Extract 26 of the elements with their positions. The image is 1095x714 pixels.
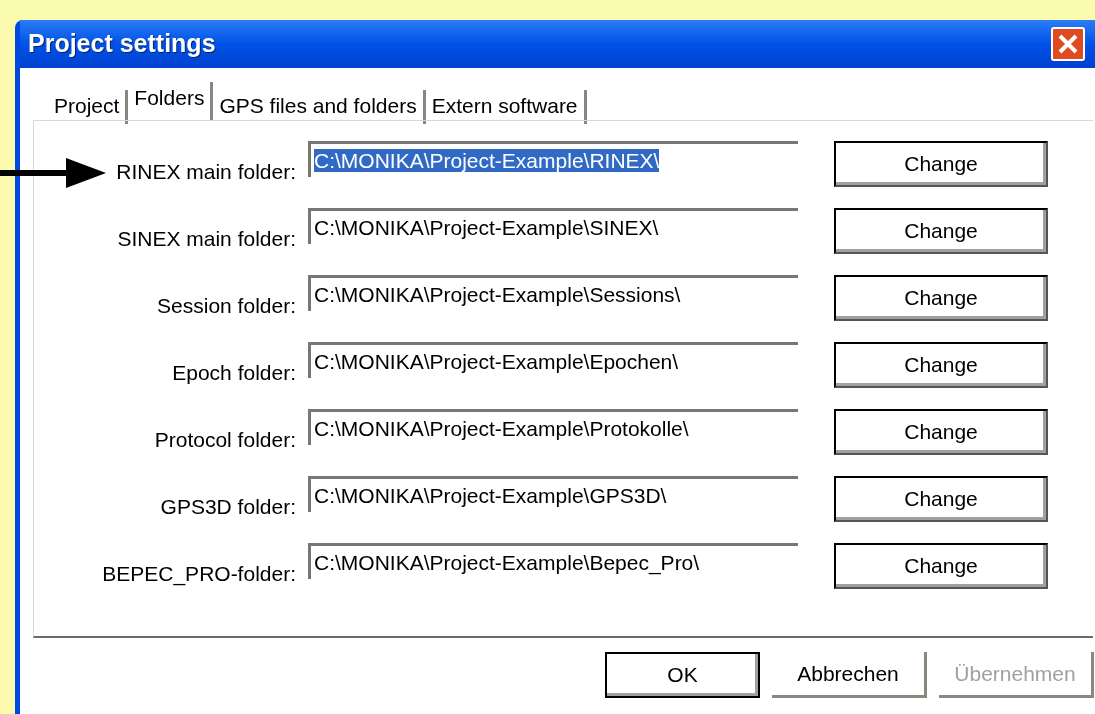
field-label: Protocol folder: xyxy=(154,426,296,453)
dialog-button[interactable]: Abbrechen xyxy=(772,652,927,698)
change-button[interactable]: Change xyxy=(834,207,1048,254)
change-button[interactable]: Change xyxy=(834,341,1048,388)
change-button[interactable]: Change xyxy=(834,408,1048,455)
change-button[interactable]: Change xyxy=(834,274,1048,321)
folder-field[interactable]: C:\MONIKA\Project-Example\Sessions\ xyxy=(308,274,798,311)
dialog-button[interactable]: OK xyxy=(605,652,760,698)
field-label: Session folder: xyxy=(157,292,296,319)
change-button[interactable]: Change xyxy=(834,140,1048,187)
field-label: SINEX main folder: xyxy=(117,225,296,252)
folder-field[interactable]: C:\MONIKA\Project-Example\Protokolle\ xyxy=(308,408,798,445)
window-title: Project settings xyxy=(28,28,216,60)
change-button[interactable]: Change xyxy=(834,542,1048,589)
folder-field[interactable]: C:\MONIKA\Project-Example\GPS3D\ xyxy=(308,475,798,512)
field-label: BEPEC_PRO-folder: xyxy=(102,560,296,588)
folder-field[interactable]: C:\MONIKA\Project-Example\Epochen\ xyxy=(308,341,798,378)
tab[interactable]: Extern software xyxy=(425,90,587,124)
field-label: RINEX main folder: xyxy=(116,158,296,185)
change-button[interactable]: Change xyxy=(834,475,1048,522)
folder-field[interactable]: C:\MONIKA\Project-Example\SINEX\ xyxy=(308,207,798,244)
folder-field[interactable]: C:\MONIKA\Project-Example\Bepec_Pro\ xyxy=(308,542,798,579)
field-label: GPS3D folder: xyxy=(160,493,296,520)
folder-field[interactable]: C:\MONIKA\Project-Example\RINEX\ xyxy=(308,140,798,177)
field-label: Epoch folder: xyxy=(172,359,296,386)
tab[interactable]: GPS files and folders xyxy=(213,90,426,124)
